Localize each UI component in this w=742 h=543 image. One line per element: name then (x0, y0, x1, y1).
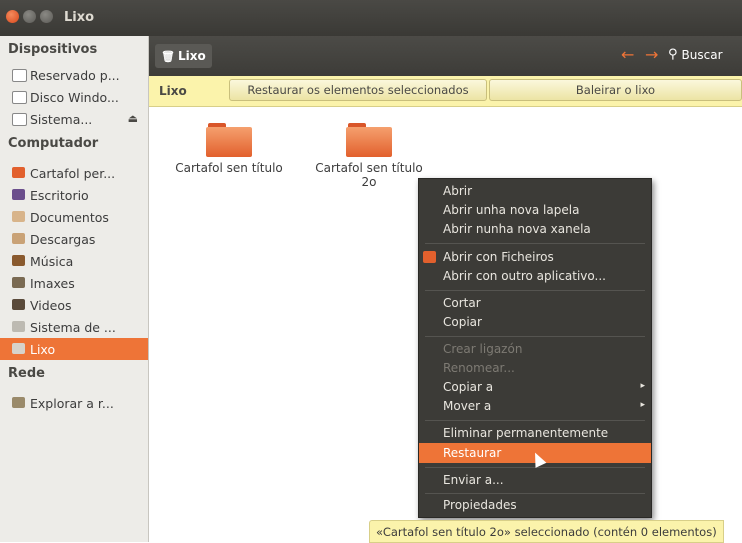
sidebar-item-label: Lixo (30, 341, 56, 357)
sidebar-item-label: Escritorio (30, 187, 89, 203)
sidebar-heading-devices: Dispositivos (8, 42, 98, 57)
music-icon (12, 255, 25, 266)
sidebar-item-label: Imaxes (30, 275, 75, 291)
sidebar-item-desktop[interactable]: Escritorio (0, 184, 148, 206)
downloads-icon (12, 233, 25, 244)
sidebar-item-trash[interactable]: Lixo (0, 338, 148, 360)
minimize-window-icon[interactable] (23, 10, 36, 23)
documents-icon (12, 211, 25, 222)
sidebar-item-label: Reservado p... (30, 67, 120, 83)
folder-item[interactable]: Cartafol sen título (169, 123, 289, 175)
breadcrumb-label: Lixo (177, 49, 206, 63)
sidebar-item-label: Cartafol per... (30, 165, 116, 181)
trash-icon (12, 343, 25, 354)
menu-item-open-with-other[interactable]: Abrir con outro aplicativo... (419, 266, 651, 286)
sidebar-item-label: Documentos (30, 209, 109, 225)
menu-item-properties[interactable]: Propiedades (419, 495, 651, 515)
submenu-arrow-icon: ▸ (640, 400, 645, 410)
menu-item-open[interactable]: Abrir (419, 181, 651, 201)
sidebar-item-browse-network[interactable]: Explorar a r... (0, 392, 148, 414)
search-label: Buscar (681, 47, 723, 62)
sidebar-item-label: Sistema... (30, 111, 93, 127)
menu-item-label: Copiar a (443, 380, 494, 394)
sidebar-item-system[interactable]: Sistema... ⏏ (0, 108, 148, 130)
menu-separator (425, 243, 645, 244)
menu-item-label: Abrir con Ficheiros (443, 250, 554, 264)
sidebar-item-personal-folder[interactable]: Cartafol per... (0, 162, 148, 184)
forward-arrow-icon[interactable]: → (645, 46, 658, 64)
window-title: Lixo (64, 10, 95, 25)
close-window-icon[interactable] (6, 10, 19, 23)
window-controls (6, 10, 53, 23)
trash-icon: 🗑 (161, 49, 175, 63)
search-button[interactable]: ⚲ Buscar (668, 47, 723, 62)
files-app-icon (423, 251, 436, 263)
menu-item-rename: Renomear... (443, 361, 515, 375)
trash-info-bar: Lixo Restaurar os elementos seleccionado… (149, 76, 742, 107)
sidebar-item-videos[interactable]: Videos (0, 294, 148, 316)
status-bar: «Cartafol sen título 2o» seleccionado (c… (369, 520, 724, 543)
drive-icon (12, 113, 27, 126)
drive-icon (12, 69, 27, 82)
menu-item-open-new-tab[interactable]: Abrir unha nova lapela (419, 200, 651, 220)
sidebar-item-label: Disco Windo... (30, 89, 119, 105)
sidebar-item-label: Descargas (30, 231, 96, 247)
menu-item-delete-permanently[interactable]: Eliminar permanentemente (419, 423, 651, 443)
sidebar-item-downloads[interactable]: Descargas (0, 228, 148, 250)
sidebar-item-label: Sistema de ... (30, 319, 116, 335)
maximize-window-icon[interactable] (40, 10, 53, 23)
eject-icon[interactable]: ⏏ (128, 112, 138, 125)
pictures-icon (12, 277, 25, 288)
menu-separator (425, 290, 645, 291)
menu-item-move-to[interactable]: Mover a ▸ (419, 396, 651, 416)
folder-icon (346, 123, 392, 157)
menu-item-send-to[interactable]: Enviar a... (419, 470, 651, 490)
sidebar-item-label: Música (30, 253, 74, 269)
sidebar-item-documents[interactable]: Documentos (0, 206, 148, 228)
sidebar-item-filesystem[interactable]: Sistema de ... (0, 316, 148, 338)
back-arrow-icon[interactable]: ← (621, 46, 634, 64)
menu-separator (425, 420, 645, 421)
sidebar-heading-computer: Computador (8, 136, 99, 151)
sidebar-item-windows-disk[interactable]: Disco Windo... (0, 86, 148, 108)
desktop-icon (12, 189, 25, 200)
menu-item-open-new-window[interactable]: Abrir nunha nova xanela (419, 219, 651, 239)
menu-item-create-link: Crear ligazón (443, 342, 523, 356)
menu-item-copy-to[interactable]: Copiar a ▸ (419, 377, 651, 397)
folder-name: Cartafol sen título 2o (315, 161, 423, 189)
menu-item-label: Mover a (443, 399, 492, 413)
drive-icon (12, 91, 27, 104)
sidebar-item-reserved[interactable]: Reservado p... (0, 64, 148, 86)
info-bar-label: Lixo (159, 84, 187, 98)
menu-item-open-with-files[interactable]: Abrir con Ficheiros (419, 247, 651, 267)
toolbar: 🗑 Lixo ← → ⚲ Buscar (149, 36, 742, 76)
empty-trash-button[interactable]: Baleirar o lixo (489, 79, 742, 101)
folder-item-selected[interactable]: Cartafol sen título 2o (309, 123, 429, 189)
folder-icon (206, 123, 252, 157)
home-folder-icon (12, 167, 25, 178)
filesystem-icon (12, 321, 25, 332)
sidebar-item-label: Explorar a r... (30, 395, 114, 411)
menu-separator (425, 336, 645, 337)
submenu-arrow-icon: ▸ (640, 381, 645, 391)
sidebar: Dispositivos Reservado p... Disco Windo.… (0, 36, 149, 542)
menu-item-copy[interactable]: Copiar (419, 312, 651, 332)
sidebar-heading-network: Rede (8, 366, 45, 381)
network-icon (12, 397, 25, 408)
location-breadcrumb[interactable]: 🗑 Lixo (155, 44, 212, 68)
sidebar-item-label: Videos (30, 297, 72, 313)
sidebar-item-pictures[interactable]: Imaxes (0, 272, 148, 294)
title-bar: Lixo (0, 0, 742, 36)
folder-name: Cartafol sen título (175, 161, 283, 175)
search-icon: ⚲ (668, 47, 678, 62)
menu-item-cut[interactable]: Cortar (419, 293, 651, 313)
videos-icon (12, 299, 25, 310)
restore-selected-button[interactable]: Restaurar os elementos seleccionados (229, 79, 487, 101)
sidebar-item-music[interactable]: Música (0, 250, 148, 272)
menu-separator (425, 493, 645, 494)
